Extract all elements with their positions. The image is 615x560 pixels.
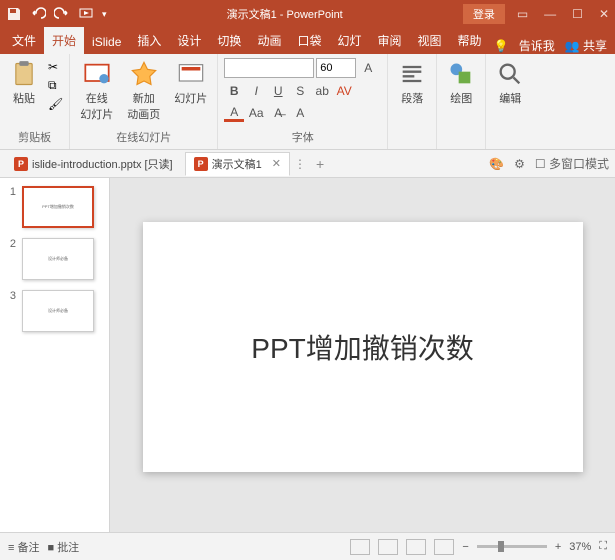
paste-button[interactable]: 粘贴 — [6, 58, 42, 111]
login-button[interactable]: 登录 — [463, 4, 505, 24]
clear-format-icon[interactable]: AV — [334, 82, 354, 100]
character-spacing-icon[interactable]: A̶ — [268, 104, 288, 122]
tellme-icon[interactable]: 💡 — [494, 39, 509, 53]
slide-canvas-area[interactable]: PPT增加撤销次数 — [110, 178, 615, 532]
multiwindow-toggle[interactable]: ☐ 多窗口模式 — [535, 155, 609, 172]
online-slides-button[interactable]: 在线 幻灯片 — [76, 58, 117, 124]
slideshow-view-icon[interactable] — [434, 539, 454, 555]
theme-icon[interactable]: 🎨 — [489, 157, 504, 171]
zoom-out-icon[interactable]: − — [462, 541, 468, 553]
tab-file[interactable]: 文件 — [4, 27, 44, 54]
zoom-level[interactable]: 37% — [569, 541, 591, 553]
ribbon-display-icon[interactable]: ▭ — [517, 7, 528, 21]
slide-layout-button[interactable]: 幻灯片 — [170, 58, 211, 124]
slide[interactable]: PPT增加撤销次数 — [143, 222, 583, 472]
strikethrough-icon[interactable]: S — [290, 82, 310, 100]
tab-slideshow[interactable]: 幻灯 — [329, 27, 369, 54]
italic-icon[interactable]: I — [246, 82, 266, 100]
thumbnail[interactable]: 设计师必备 — [22, 290, 94, 332]
normal-view-icon[interactable] — [350, 539, 370, 555]
document-title: 演示文稿1 - PowerPoint — [107, 6, 463, 22]
group-clipboard: 粘贴 ✂ ⧉ 🖌 剪贴板 — [0, 54, 70, 149]
quick-access-toolbar: ▾ — [6, 6, 107, 22]
comments-button[interactable]: ■ 批注 — [47, 539, 79, 555]
tab-islide[interactable]: iSlide — [84, 30, 129, 54]
powerpoint-icon: P — [194, 157, 208, 171]
new-tab-icon[interactable]: + — [316, 156, 324, 172]
reading-view-icon[interactable] — [406, 539, 426, 555]
thumbnail-panel[interactable]: 1 PPT增加撤销次数 2 设计师必备 3 设计师必备 — [0, 178, 110, 532]
editing-button[interactable]: 编辑 — [492, 58, 528, 108]
doc-tab-1[interactable]: P islide-introduction.pptx [只读] — [6, 153, 181, 175]
group-editing: 编辑 — [486, 54, 534, 149]
increase-font-icon[interactable]: A — [358, 59, 378, 77]
doc-tab-2[interactable]: P 演示文稿1 ✕ — [185, 152, 290, 176]
slide-title-text[interactable]: PPT增加撤销次数 — [251, 327, 473, 367]
sorter-view-icon[interactable] — [378, 539, 398, 555]
window-controls: ▭ — ☐ ✕ — [517, 7, 609, 21]
powerpoint-icon: P — [14, 157, 28, 171]
group-slides: 在线 幻灯片 新加 动画页 幻灯片 在线幻灯片 — [70, 54, 218, 149]
group-font: A B I U S ab AV A Aa A̶ A 字体 — [218, 54, 388, 149]
close-icon[interactable]: ✕ — [599, 7, 609, 21]
ribbon-tabs: 文件 开始 iSlide 插入 设计 切换 动画 口袋 幻灯 审阅 视图 帮助 … — [0, 28, 615, 54]
tab-design[interactable]: 设计 — [169, 27, 209, 54]
fit-window-icon[interactable]: ⛶ — [599, 540, 607, 553]
cut-icon[interactable]: ✂ — [48, 60, 63, 74]
title-bar: ▾ 演示文稿1 - PowerPoint 登录 ▭ — ☐ ✕ — [0, 0, 615, 28]
thumbnail[interactable]: PPT增加撤销次数 — [22, 186, 94, 228]
underline-icon[interactable]: U — [268, 82, 288, 100]
format-painter-icon[interactable]: 🖌 — [48, 97, 63, 111]
tab-help[interactable]: 帮助 — [450, 27, 490, 54]
thumbnail-item[interactable]: 3 设计师必备 — [4, 290, 105, 332]
copy-icon[interactable]: ⧉ — [48, 78, 63, 93]
thumbnail-item[interactable]: 2 设计师必备 — [4, 238, 105, 280]
workspace: 1 PPT增加撤销次数 2 设计师必备 3 设计师必备 PPT增加撤销次数 — [0, 178, 615, 532]
pin-icon[interactable]: ⚙ — [514, 157, 525, 171]
font-color-icon[interactable]: A — [224, 104, 244, 122]
decrease-font-icon[interactable]: A — [290, 104, 310, 122]
undo-icon[interactable] — [30, 6, 46, 22]
tab-home[interactable]: 开始 — [44, 27, 84, 54]
share-button[interactable]: 👥 共享 — [565, 37, 607, 54]
tab-animation[interactable]: 动画 — [249, 27, 289, 54]
tab-transition[interactable]: 切换 — [209, 27, 249, 54]
ribbon: 粘贴 ✂ ⧉ 🖌 剪贴板 在线 幻灯片 新加 动画页 幻灯片 — [0, 54, 615, 150]
redo-icon[interactable] — [54, 6, 70, 22]
bold-icon[interactable]: B — [224, 82, 244, 100]
tab-review[interactable]: 审阅 — [369, 27, 409, 54]
paragraph-button[interactable]: 段落 — [394, 58, 430, 108]
thumbnail[interactable]: 设计师必备 — [22, 238, 94, 280]
tab-pocket[interactable]: 口袋 — [289, 27, 329, 54]
change-case-icon[interactable]: Aa — [246, 104, 266, 122]
font-size-input[interactable] — [316, 58, 356, 78]
text-shadow-icon[interactable]: ab — [312, 82, 332, 100]
tab-menu-icon[interactable]: ⋮ — [294, 157, 306, 171]
new-animation-page-button[interactable]: 新加 动画页 — [123, 58, 164, 124]
tab-close-icon[interactable]: ✕ — [272, 157, 281, 170]
tab-view[interactable]: 视图 — [410, 27, 450, 54]
minimize-icon[interactable]: — — [544, 7, 556, 21]
document-tabs-bar: P islide-introduction.pptx [只读] P 演示文稿1 … — [0, 150, 615, 178]
start-from-beginning-icon[interactable] — [78, 6, 94, 22]
font-label: 字体 — [224, 129, 381, 147]
notes-button[interactable]: ≡ 备注 — [8, 539, 39, 555]
tab-insert[interactable]: 插入 — [129, 27, 169, 54]
font-name-input[interactable] — [224, 58, 314, 78]
save-icon[interactable] — [6, 6, 22, 22]
thumbnail-item[interactable]: 1 PPT增加撤销次数 — [4, 186, 105, 228]
clipboard-label: 剪贴板 — [6, 129, 63, 147]
group-drawing: 绘图 — [437, 54, 486, 149]
zoom-in-icon[interactable]: + — [555, 541, 561, 553]
slides-label: 在线幻灯片 — [76, 129, 211, 147]
zoom-slider[interactable] — [477, 545, 547, 548]
status-bar: ≡ 备注 ■ 批注 − + 37% ⛶ — [0, 532, 615, 560]
maximize-icon[interactable]: ☐ — [572, 7, 583, 21]
group-paragraph: 段落 — [388, 54, 437, 149]
drawing-button[interactable]: 绘图 — [443, 58, 479, 108]
tellme-text[interactable]: 告诉我 — [519, 37, 555, 54]
